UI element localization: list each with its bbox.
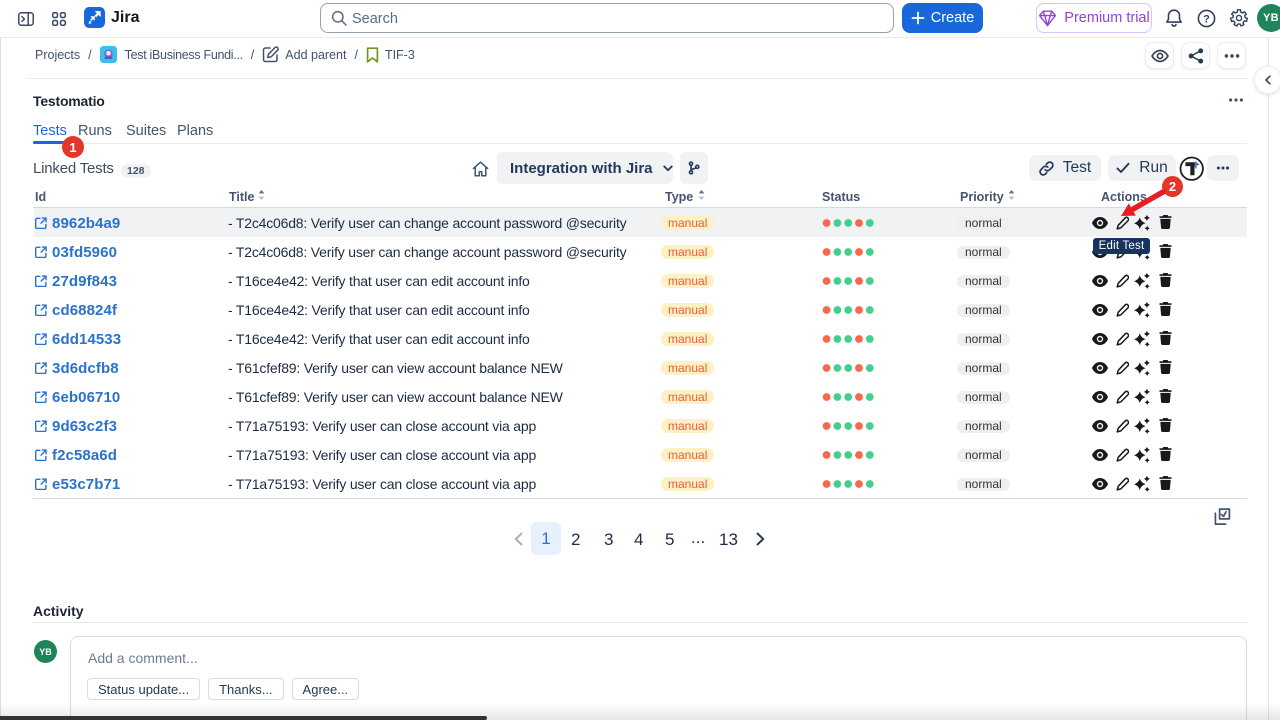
svg-text:?: ? bbox=[1203, 13, 1210, 25]
